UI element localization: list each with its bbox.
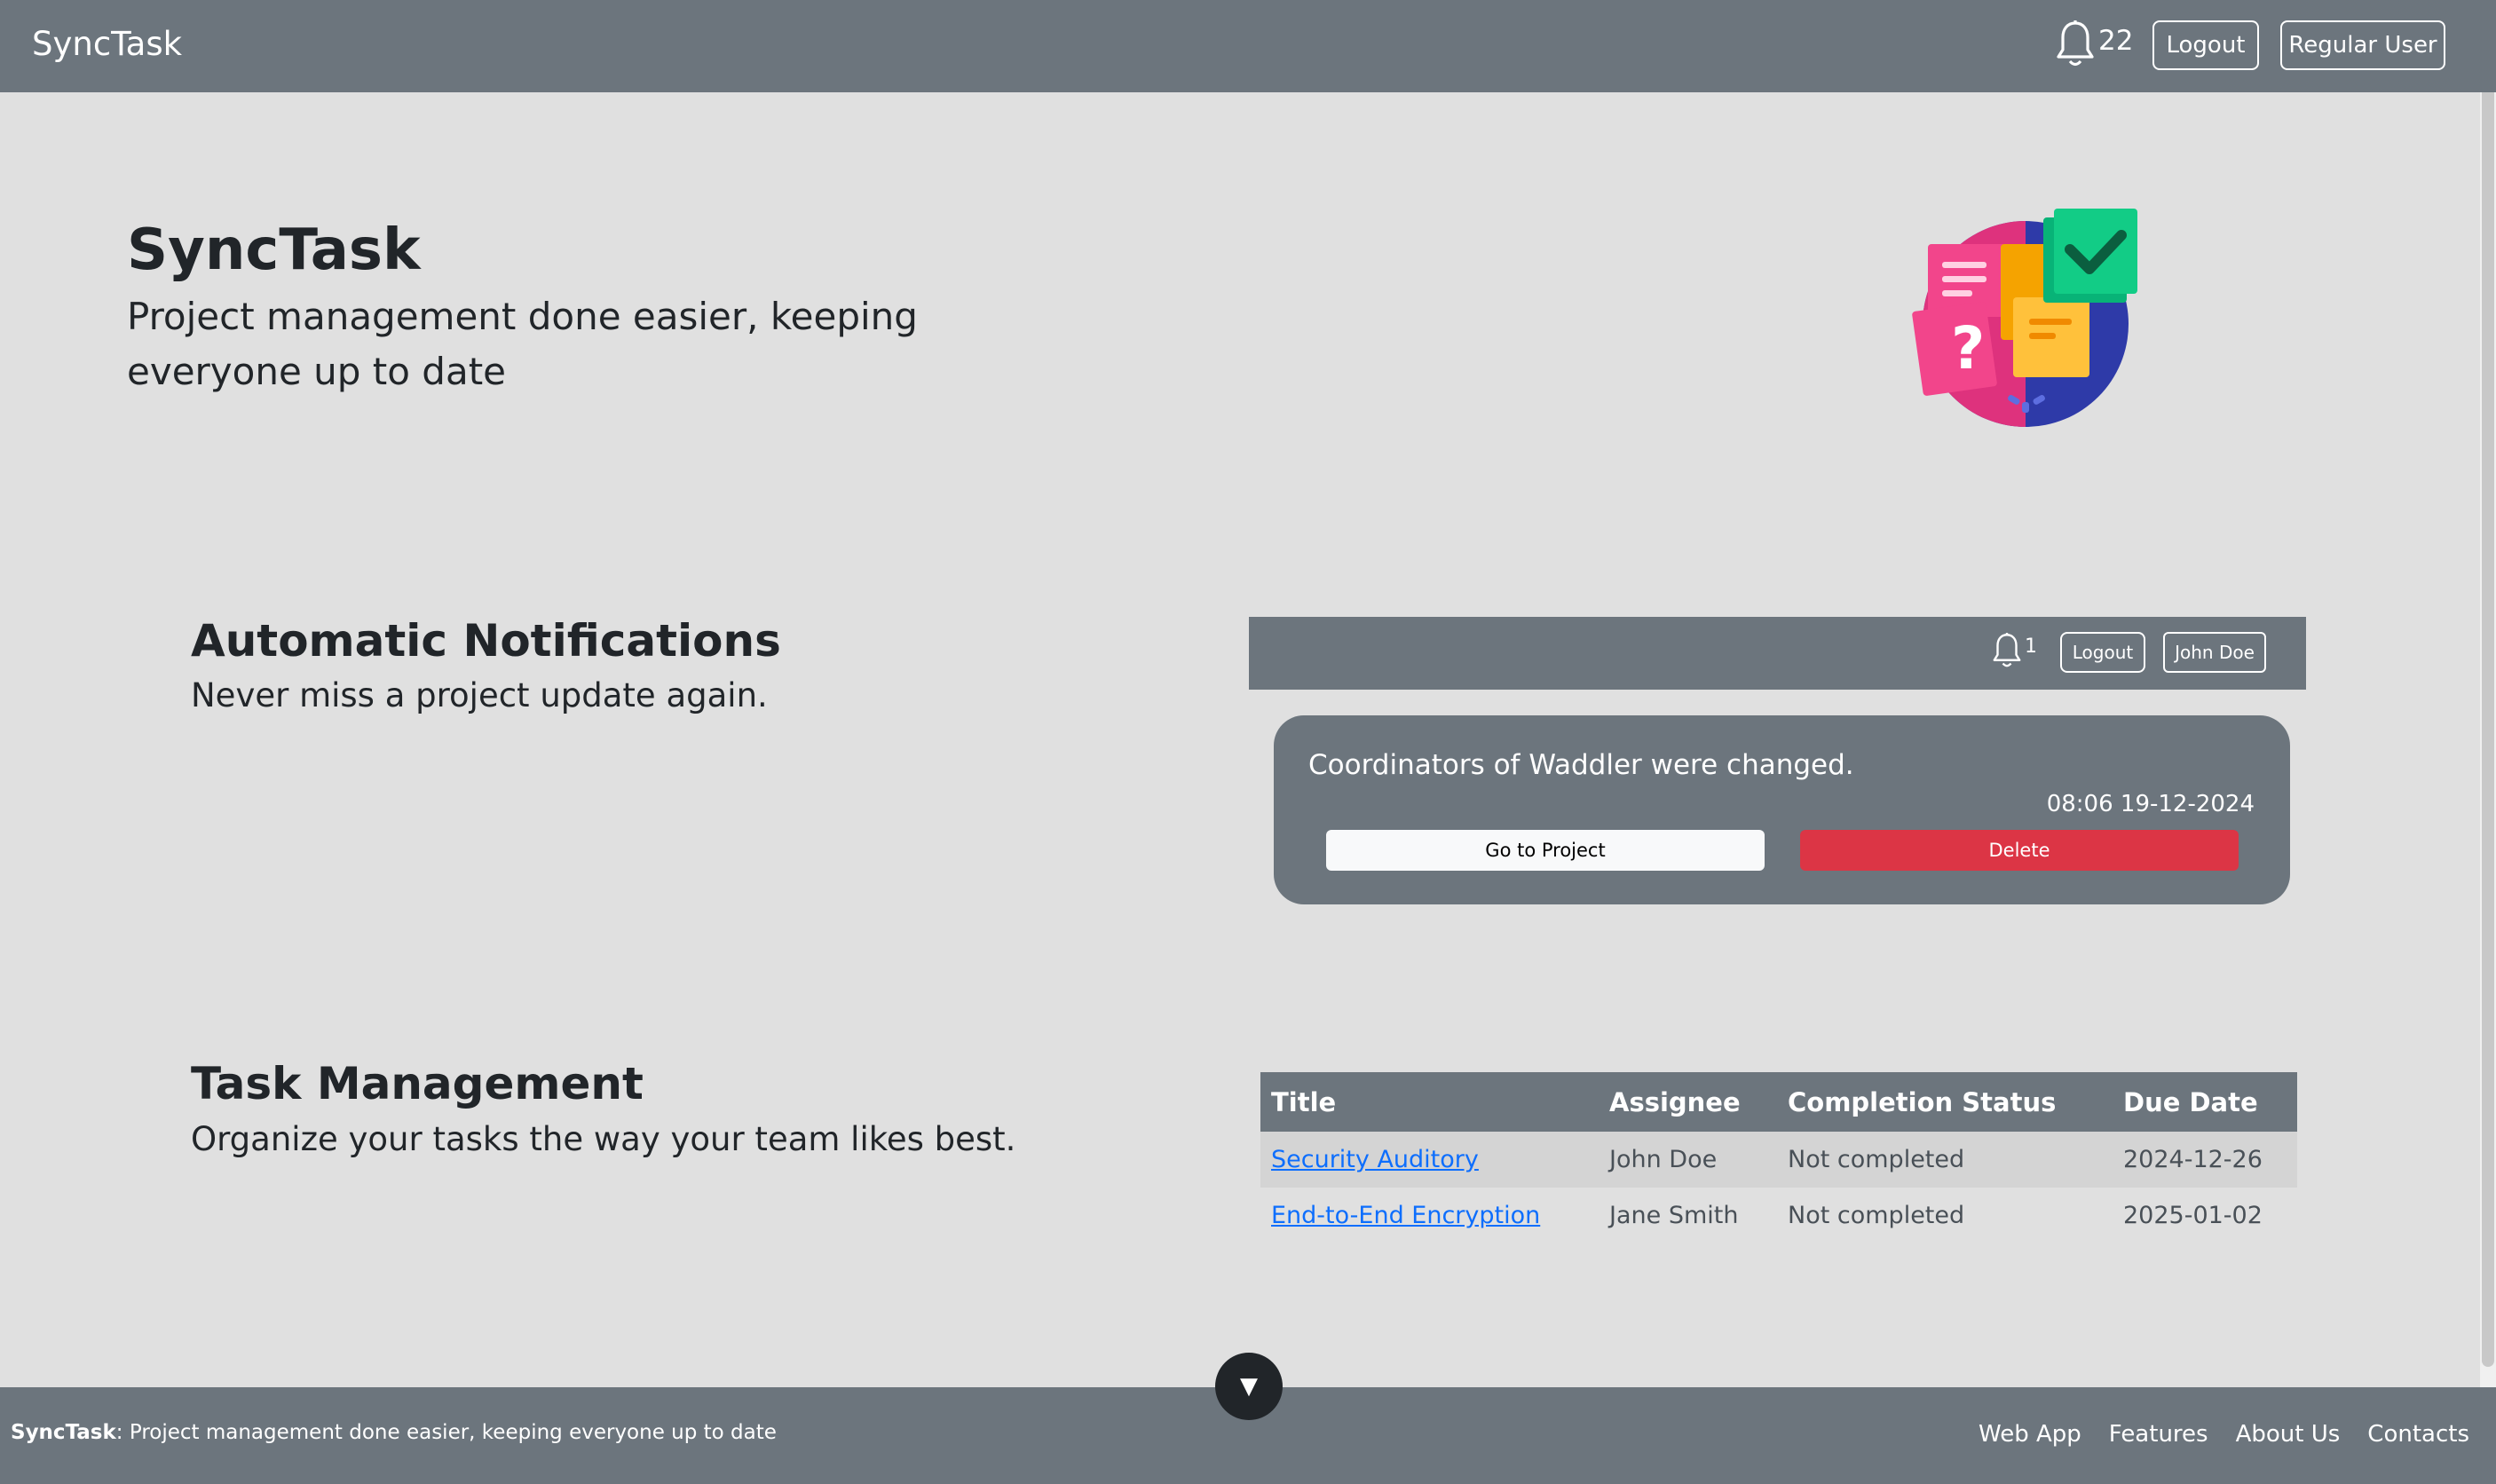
bell-icon	[2057, 20, 2094, 67]
footer-links: Web App Features About Us Contacts	[1979, 1421, 2469, 1448]
notifications-button[interactable]: 22	[2054, 20, 2133, 73]
notification-message: Coordinators of Waddler were changed.	[1308, 749, 1854, 781]
footer-tagline: SyncTask: Project management done easier…	[11, 1421, 777, 1444]
chevron-down-icon: ▼	[1240, 1373, 1258, 1400]
bell-icon	[1993, 633, 2021, 667]
demo-user-button[interactable]: John Doe	[2163, 632, 2266, 673]
hero-subtitle: Project management done easier, keeping …	[127, 295, 918, 393]
hero-title: SyncTask	[127, 217, 421, 283]
column-header-title: Title	[1260, 1072, 1599, 1132]
notification-timestamp: 08:06 19-12-2024	[2046, 791, 2255, 817]
notifications-section-subtitle: Never miss a project update again.	[191, 676, 768, 714]
notification-card: Coordinators of Waddler were changed. 08…	[1274, 715, 2290, 904]
footer-link-web-app[interactable]: Web App	[1979, 1421, 2081, 1448]
demo-logout-button[interactable]: Logout	[2060, 632, 2145, 673]
scrollbar-thumb[interactable]	[2482, 4, 2494, 1367]
column-header-assignee: Assignee	[1599, 1072, 1777, 1132]
footer-link-contacts[interactable]: Contacts	[2367, 1421, 2469, 1448]
tasks-section-subtitle: Organize your tasks the way your team li…	[191, 1120, 1016, 1158]
task-assignee-cell: Jane Smith	[1609, 1202, 1739, 1229]
demo-notification-count: 1	[2025, 635, 2037, 658]
column-header-due-date: Due Date	[2113, 1072, 2297, 1132]
delete-notification-button[interactable]: Delete	[1800, 830, 2239, 871]
task-title-cell: End-to-End Encryption	[1260, 1188, 1599, 1243]
tasks-section-title: Task Management	[191, 1058, 644, 1109]
notifications-section-title: Automatic Notifications	[191, 615, 781, 667]
demo-navbar: 1 Logout John Doe	[1249, 617, 2306, 690]
task-title-cell: Security Auditory	[1260, 1132, 1599, 1188]
task-link[interactable]: Security Auditory	[1271, 1146, 1479, 1173]
logout-button[interactable]: Logout	[2152, 20, 2259, 70]
task-link[interactable]: End-to-End Encryption	[1271, 1202, 1540, 1229]
sticky-notes-checkmark-icon: ?	[1912, 209, 2137, 427]
task-status-cell: Not completed	[1777, 1132, 2113, 1188]
demo-notifications-button[interactable]: 1	[1991, 632, 2037, 671]
task-assignee-cell: John Doe	[1599, 1132, 1777, 1188]
page-scrollbar[interactable]	[2480, 0, 2496, 1484]
table-row: Security Auditory John Doe Not completed…	[1260, 1132, 2297, 1188]
notification-count: 22	[2098, 25, 2134, 57]
task-status-cell: Not completed	[1788, 1202, 1965, 1229]
task-due-date-cell: 2024-12-26	[2113, 1132, 2297, 1188]
footer-brand: SyncTask	[11, 1421, 116, 1444]
task-due-date-cell: 2025-01-02	[2123, 1202, 2263, 1229]
footer-link-features[interactable]: Features	[2109, 1421, 2208, 1448]
column-header-status: Completion Status	[1777, 1072, 2113, 1132]
go-to-project-button[interactable]: Go to Project	[1326, 830, 1765, 871]
top-navbar: SyncTask 22 Logout Regular User	[0, 0, 2496, 92]
table-row: End-to-End Encryption Jane Smith Not com…	[1260, 1188, 2297, 1243]
task-table: Title Assignee Completion Status Due Dat…	[1260, 1072, 2297, 1243]
footer-tagline-text: : Project management done easier, keepin…	[115, 1421, 777, 1444]
user-menu-button[interactable]: Regular User	[2280, 20, 2445, 70]
navbar-brand[interactable]: SyncTask	[32, 25, 182, 63]
table-header-row: Title Assignee Completion Status Due Dat…	[1260, 1072, 2297, 1132]
footer-link-about-us[interactable]: About Us	[2236, 1421, 2341, 1448]
scroll-down-button[interactable]: ▼	[1215, 1353, 1283, 1420]
svg-text:?: ?	[1951, 314, 1985, 383]
